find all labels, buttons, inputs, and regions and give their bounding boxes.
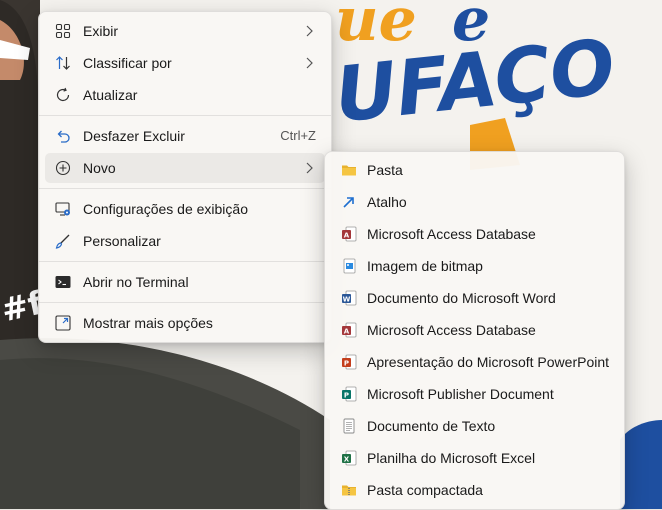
submenu-item-label: Pasta compactada [367, 482, 483, 498]
menu-item-desfazer-excluir[interactable]: Desfazer Excluir Ctrl+Z [45, 121, 325, 151]
svg-text:P: P [344, 391, 349, 399]
desktop-context-menu: Exibir Classificar por Atualizar Desfaze… [38, 11, 332, 343]
menu-item-personalizar[interactable]: Personalizar [45, 226, 325, 256]
submenu-item-label: Atalho [367, 194, 407, 210]
submenu-item-imagem-de-bitmap[interactable]: Imagem de bitmap [331, 251, 618, 281]
grid-view-icon [55, 23, 71, 39]
menu-item-label: Atualizar [83, 87, 138, 103]
powerpoint-icon: P [342, 354, 357, 370]
submenu-item-documento-word[interactable]: W Documento do Microsoft Word [331, 283, 618, 313]
more-options-icon [55, 315, 71, 331]
submenu-item-label: Pasta [367, 162, 403, 178]
new-plus-icon [55, 160, 71, 176]
menu-item-exibir[interactable]: Exibir [45, 16, 325, 46]
chevron-right-icon [306, 162, 313, 174]
text-document-icon [343, 418, 355, 434]
submenu-item-publisher[interactable]: P Microsoft Publisher Document [331, 379, 618, 409]
word-icon: W [342, 290, 357, 306]
submenu-item-label: Documento do Microsoft Word [367, 290, 556, 306]
folder-icon [342, 165, 356, 176]
menu-item-atualizar[interactable]: Atualizar [45, 80, 325, 110]
menu-item-label: Personalizar [83, 233, 161, 249]
shortcut-icon [343, 197, 354, 208]
menu-separator [39, 115, 331, 116]
new-submenu: Pasta Atalho A Microsoft Access Database… [324, 151, 625, 510]
submenu-item-access-database-2[interactable]: A Microsoft Access Database [331, 315, 618, 345]
bitmap-icon [343, 258, 356, 274]
menu-item-configuracoes-de-exibicao[interactable]: Configurações de exibição [45, 194, 325, 224]
zip-folder-icon [342, 485, 356, 496]
submenu-item-planilha-excel[interactable]: X Planilha do Microsoft Excel [331, 443, 618, 473]
menu-item-mostrar-mais-opcoes[interactable]: Mostrar mais opções [45, 308, 325, 338]
menu-separator [39, 188, 331, 189]
svg-text:A: A [344, 231, 350, 239]
menu-separator [39, 261, 331, 262]
submenu-item-powerpoint[interactable]: P Apresentação do Microsoft PowerPoint [331, 347, 618, 377]
submenu-item-pasta[interactable]: Pasta [331, 155, 618, 185]
chevron-right-icon [306, 57, 313, 69]
menu-item-classificar-por[interactable]: Classificar por [45, 48, 325, 78]
menu-item-label: Exibir [83, 23, 119, 39]
submenu-item-documento-de-texto[interactable]: Documento de Texto [331, 411, 618, 441]
display-settings-icon [55, 202, 70, 216]
submenu-item-access-database[interactable]: A Microsoft Access Database [331, 219, 618, 249]
submenu-item-pasta-compactada[interactable]: Pasta compactada [331, 475, 618, 505]
submenu-item-label: Planilha do Microsoft Excel [367, 450, 536, 466]
terminal-icon [55, 276, 71, 288]
menu-item-label: Desfazer Excluir [83, 128, 185, 144]
menu-separator [39, 302, 331, 303]
submenu-item-label: Microsoft Publisher Document [367, 386, 554, 402]
svg-text:P: P [344, 359, 349, 367]
submenu-item-label: Apresentação do Microsoft PowerPoint [367, 354, 610, 370]
submenu-item-label: Documento de Texto [367, 418, 496, 434]
menu-item-abrir-no-terminal[interactable]: Abrir no Terminal [45, 267, 325, 297]
undo-icon [57, 130, 70, 143]
sort-icon [56, 56, 70, 70]
submenu-item-label: Microsoft Access Database [367, 226, 536, 242]
submenu-item-label: Microsoft Access Database [367, 322, 536, 338]
refresh-icon [56, 87, 70, 102]
submenu-item-atalho[interactable]: Atalho [331, 187, 618, 217]
chevron-right-icon [306, 25, 313, 37]
submenu-item-label: Imagem de bitmap [367, 258, 483, 274]
access-icon: A [342, 226, 357, 242]
svg-text:X: X [344, 455, 350, 463]
excel-icon: X [342, 450, 357, 466]
menu-item-label: Novo [83, 160, 116, 176]
publisher-icon: P [342, 386, 357, 402]
svg-text:A: A [344, 327, 350, 335]
access-icon: A [342, 322, 357, 338]
menu-item-label: Abrir no Terminal [83, 274, 189, 290]
brush-icon [55, 234, 70, 249]
svg-text:W: W [343, 295, 351, 303]
menu-item-label: Classificar por [83, 55, 172, 71]
menu-item-label: Mostrar mais opções [83, 315, 213, 331]
menu-item-label: Configurações de exibição [83, 201, 248, 217]
shortcut-text: Ctrl+Z [280, 128, 316, 143]
menu-item-novo[interactable]: Novo [45, 153, 325, 183]
